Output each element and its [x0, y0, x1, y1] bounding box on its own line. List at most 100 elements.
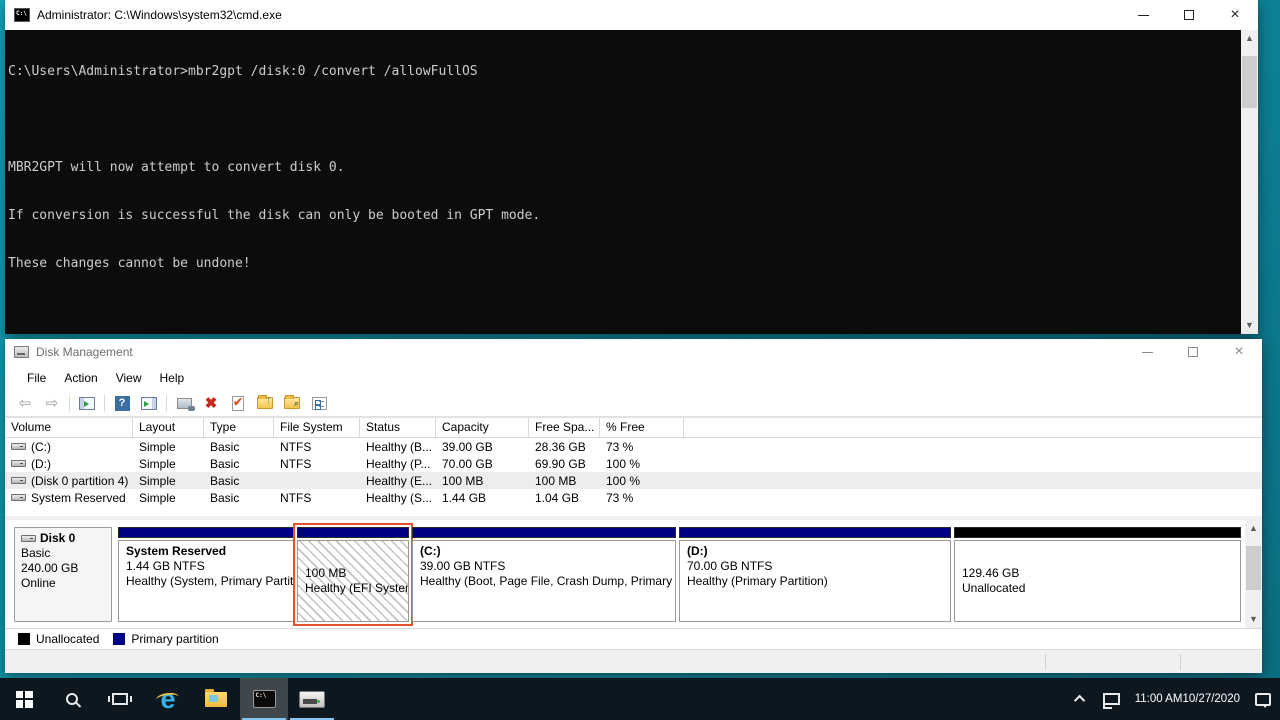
partition-color-bar [412, 527, 676, 538]
menu-file[interactable]: File [18, 365, 55, 390]
scroll-down-icon[interactable]: ▼ [1241, 317, 1258, 334]
dm-close-button[interactable]: × [1216, 339, 1262, 365]
tray-overflow-button[interactable] [1068, 678, 1094, 720]
column-header-capacity[interactable]: Capacity [436, 418, 529, 437]
taskbar-clock[interactable]: 11:00 AM 10/27/2020 [1129, 678, 1246, 720]
delete-volume-button[interactable]: ✖ [201, 394, 221, 412]
dm-maximize-button[interactable] [1170, 339, 1216, 365]
partition-d[interactable]: (D:) 70.00 GB NTFS Healthy (Primary Part… [679, 527, 951, 622]
volume-filesystem: NTFS [274, 440, 360, 454]
notification-icon [1255, 693, 1271, 706]
column-header-volume[interactable]: Volume [5, 418, 133, 437]
show-action-pane-button[interactable] [139, 394, 159, 412]
dm-window-title: Disk Management [36, 345, 133, 359]
start-button[interactable] [0, 678, 48, 720]
column-header-filesystem[interactable]: File System [274, 418, 360, 437]
disk-graphical-view: Disk 0 Basic 240.00 GB Online System Res… [5, 520, 1262, 628]
task-view-button[interactable] [96, 678, 144, 720]
explore-button[interactable]: ⌕ [282, 394, 302, 412]
file-explorer-icon [205, 692, 227, 707]
column-header-percentfree[interactable]: % Free [600, 418, 684, 437]
scroll-up-icon[interactable]: ▲ [1245, 520, 1262, 537]
volume-row-partition4[interactable]: (Disk 0 partition 4) Simple Basic Health… [5, 472, 1262, 489]
cmd-maximize-button[interactable] [1166, 0, 1212, 30]
volume-name: (D:) [31, 457, 51, 471]
volume-capacity: 39.00 GB [436, 440, 529, 454]
disk-management-window: Disk Management × File Action View Help … [5, 339, 1262, 673]
volume-row-system-reserved[interactable]: System Reserved Simple Basic NTFS Health… [5, 489, 1262, 506]
back-button[interactable]: ⇦ [15, 394, 35, 412]
device-view-button[interactable] [174, 394, 194, 412]
file-explorer-button[interactable] [192, 678, 240, 720]
cmd-scrollbar[interactable]: ▲ ▼ [1241, 30, 1258, 334]
network-tray-button[interactable] [1094, 678, 1129, 720]
internet-explorer-button[interactable]: e [144, 678, 192, 720]
mark-active-button[interactable]: ✔ [228, 394, 248, 412]
cmd-close-button[interactable]: × [1212, 0, 1258, 30]
volume-type: Basic [204, 457, 274, 471]
cmd-minimize-button[interactable] [1120, 0, 1166, 30]
volume-filesystem: NTFS [274, 491, 360, 505]
disk-view-scrollbar-thumb[interactable] [1246, 546, 1261, 590]
statusbar-divider [1180, 654, 1181, 670]
volume-row-c[interactable]: (C:) Simple Basic NTFS Healthy (B... 39.… [5, 438, 1262, 455]
search-icon [66, 693, 78, 705]
column-header-status[interactable]: Status [360, 418, 436, 437]
forward-button[interactable]: ⇨ [42, 394, 62, 412]
cmd-window: C:\ Administrator: C:\Windows\system32\c… [5, 0, 1258, 334]
volume-status: Healthy (S... [360, 491, 436, 505]
volume-layout: Simple [133, 457, 204, 471]
drive-icon [11, 460, 26, 467]
legend-primary-partition: Primary partition [113, 632, 218, 646]
column-header-layout[interactable]: Layout [133, 418, 204, 437]
action-pane-icon [141, 397, 157, 410]
partition-name: System Reserved [126, 544, 286, 559]
disk-management-taskbar-button[interactable] [288, 678, 336, 720]
cmd-blank-line [8, 304, 1238, 320]
volume-list-header: Volume Layout Type File System Status Ca… [5, 418, 1262, 438]
cmd-prompt-line: C:\Users\Administrator>mbr2gpt /disk:0 /… [8, 64, 1238, 80]
action-center-button[interactable] [1246, 678, 1280, 720]
dm-minimize-button[interactable] [1124, 339, 1170, 365]
dm-window-controls: × [1124, 339, 1262, 365]
cmd-blank-line [8, 112, 1238, 128]
scroll-up-icon[interactable]: ▲ [1241, 30, 1258, 47]
disk0-info-panel[interactable]: Disk 0 Basic 240.00 GB Online [14, 527, 112, 622]
partition-size: 70.00 GB NTFS [687, 559, 943, 574]
cmd-scrollbar-thumb[interactable] [1242, 56, 1257, 108]
cmd-taskbar-button[interactable]: C:\ [240, 678, 288, 720]
partition-system-reserved[interactable]: System Reserved 1.44 GB NTFS Healthy (Sy… [118, 527, 294, 622]
column-header-type[interactable]: Type [204, 418, 274, 437]
menu-view[interactable]: View [107, 365, 151, 390]
properties-button[interactable] [309, 394, 329, 412]
disk0-status: Online [21, 576, 105, 591]
taskbar: e C:\ 11:00 AM 10/27/2020 [0, 678, 1280, 720]
delete-x-icon: ✖ [205, 396, 218, 411]
scroll-down-icon[interactable]: ▼ [1245, 611, 1262, 628]
disk-view-scrollbar[interactable]: ▲ ▼ [1245, 520, 1262, 628]
cmd-titlebar: C:\ Administrator: C:\Windows\system32\c… [5, 0, 1258, 30]
column-header-empty [684, 418, 1262, 437]
partition-status: Healthy (EFI Systen [305, 581, 401, 596]
properties-icon [312, 397, 327, 410]
volume-capacity: 1.44 GB [436, 491, 529, 505]
dm-titlebar: Disk Management × [5, 339, 1262, 365]
partition-efi-selected[interactable]: 100 MB Healthy (EFI Systen [297, 527, 409, 622]
partition-unallocated[interactable]: 129.46 GB Unallocated [954, 527, 1241, 622]
volume-layout: Simple [133, 474, 204, 488]
taskbar-search-button[interactable] [48, 678, 96, 720]
partition-c[interactable]: (C:) 39.00 GB NTFS Healthy (Boot, Page F… [412, 527, 676, 622]
disk0-type: Basic [21, 546, 105, 561]
menu-action[interactable]: Action [55, 365, 106, 390]
menu-help[interactable]: Help [151, 365, 194, 390]
disk0-name: Disk 0 [40, 531, 75, 545]
volume-row-d[interactable]: (D:) Simple Basic NTFS Healthy (P... 70.… [5, 455, 1262, 472]
column-header-freespace[interactable]: Free Spa... [529, 418, 600, 437]
minimize-icon [1138, 15, 1149, 16]
partition-status: Unallocated [962, 581, 1233, 596]
legend-swatch-unallocated [18, 633, 30, 645]
show-console-tree-button[interactable] [77, 394, 97, 412]
help-button[interactable]: ? [112, 394, 132, 412]
open-button[interactable]: ↑ [255, 394, 275, 412]
close-icon: × [1230, 7, 1239, 23]
